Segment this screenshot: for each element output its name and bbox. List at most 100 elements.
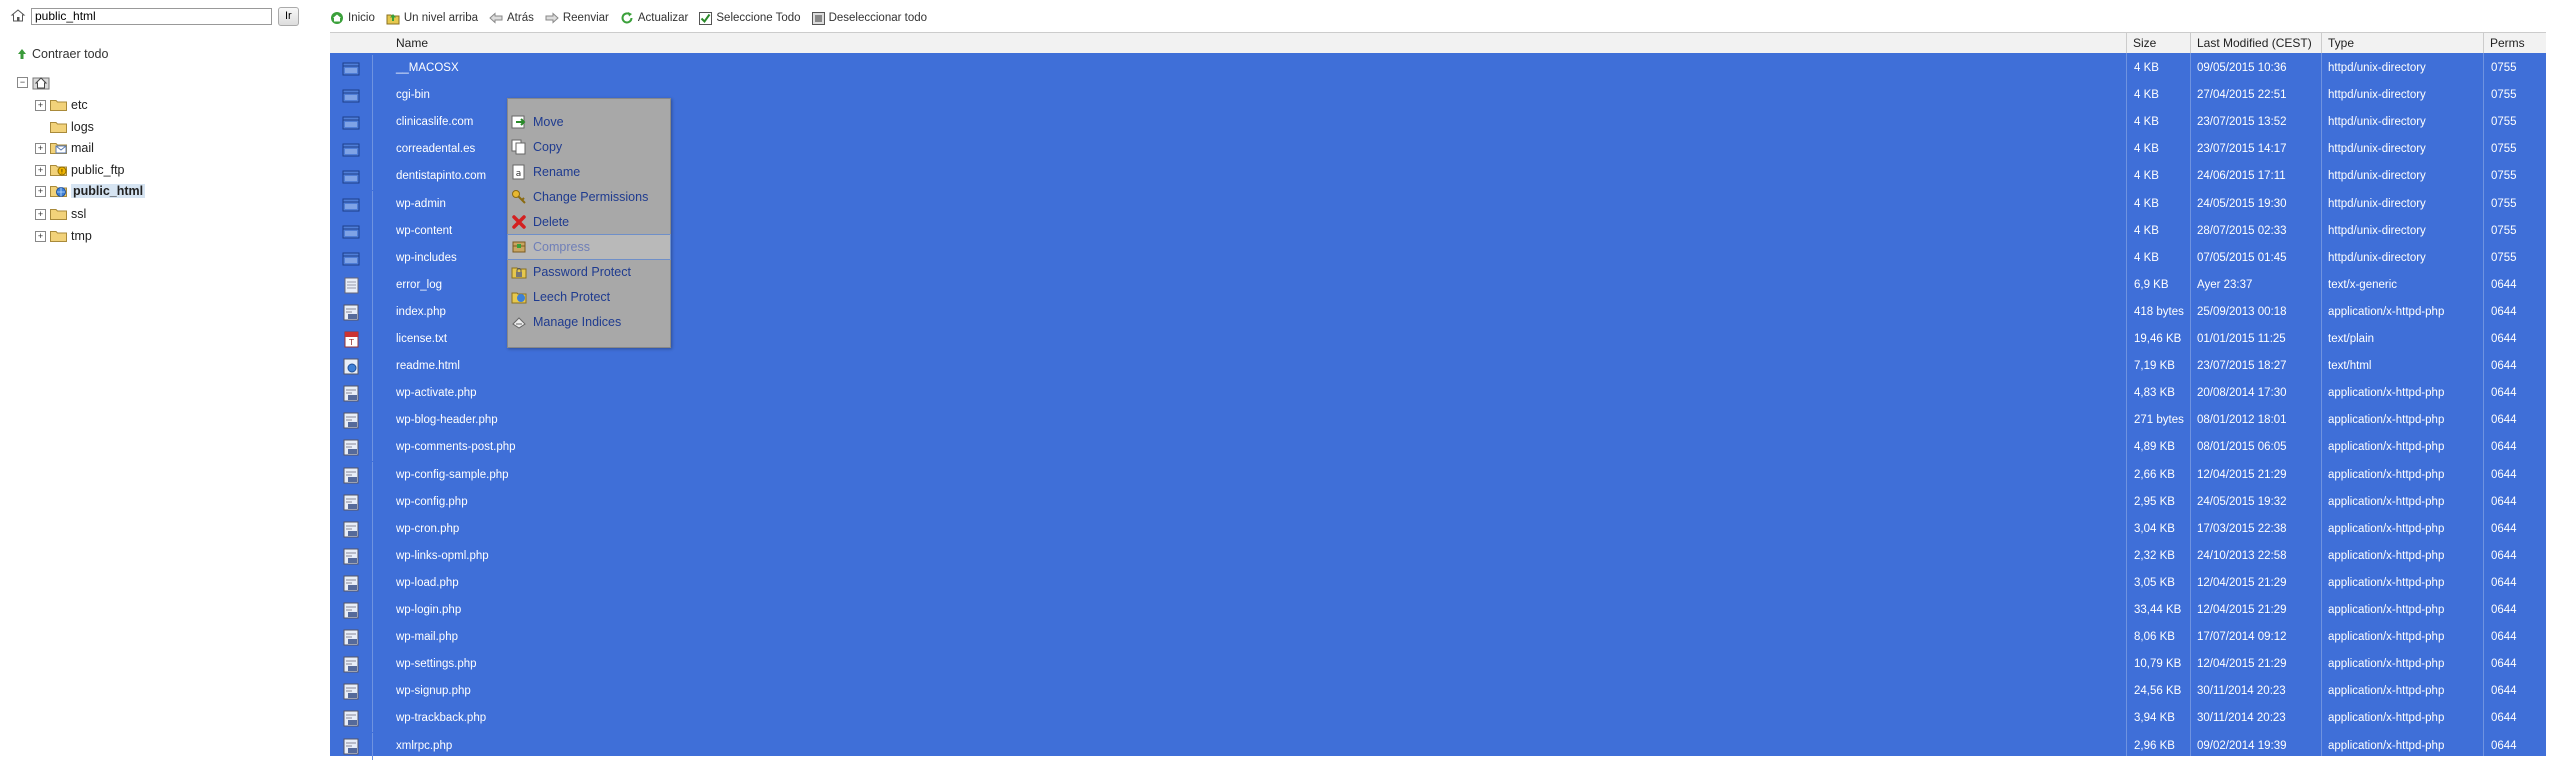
- key-icon: [512, 190, 526, 204]
- file-name[interactable]: wp-login.php: [396, 597, 461, 624]
- tree-item-ssl[interactable]: + ssl: [35, 204, 86, 224]
- file-name[interactable]: wp-settings.php: [396, 651, 477, 678]
- tree-item-public-ftp[interactable]: + ! public_ftp: [35, 160, 125, 180]
- file-row[interactable]: wp-links-opml.php 2,32 KB 24/10/2013 22:58…: [330, 542, 2546, 570]
- collapse-toggle-icon[interactable]: −: [17, 76, 28, 88]
- file-name[interactable]: correadental.es: [396, 136, 475, 163]
- up-one-level-button[interactable]: Un nivel arriba: [386, 11, 478, 25]
- file-name[interactable]: index.php: [396, 299, 446, 326]
- home-button[interactable]: Inicio: [330, 11, 375, 25]
- modified-column-header[interactable]: Last Modified (CEST): [2190, 33, 2320, 53]
- file-modified: Ayer 23:37: [2197, 278, 2253, 291]
- file-name[interactable]: cgi-bin: [396, 82, 430, 109]
- menu-item-rename[interactable]: a Rename: [508, 160, 670, 184]
- file-row[interactable]: wp-cron.php 3,04 KB 17/03/2015 22:38 applic…: [330, 515, 2546, 543]
- file-size: 2,66 KB: [2134, 468, 2175, 481]
- menu-item-password-protect[interactable]: Password Protect: [508, 260, 670, 284]
- expand-toggle-icon[interactable]: +: [35, 230, 46, 242]
- file-perms: 0644: [2491, 631, 2517, 644]
- menu-item-move[interactable]: Move: [508, 110, 670, 134]
- file-name[interactable]: wp-includes: [396, 245, 457, 272]
- collapse-all-link[interactable]: Contraer todo: [16, 47, 108, 61]
- file-name[interactable]: __MACOSX: [396, 55, 459, 82]
- menu-item-compress[interactable]: Compress: [507, 234, 671, 260]
- menu-item-leech-protect[interactable]: Leech Protect: [508, 285, 670, 309]
- expand-toggle-icon[interactable]: +: [35, 208, 46, 220]
- back-button[interactable]: Atrás: [489, 12, 534, 24]
- file-name[interactable]: wp-comments-post.php: [396, 434, 516, 461]
- file-perms: 0644: [2491, 604, 2517, 616]
- file-row[interactable]: wp-blog-header.php 271 bytes 08/01/2012 18…: [330, 407, 2546, 435]
- file-row[interactable]: wp-load.php 3,05 KB 12/04/2015 21:29 applic…: [330, 569, 2546, 597]
- file-row[interactable]: wp-signup.php 24,56 KB 30/11/2014 20:23 app…: [330, 678, 2546, 706]
- path-input[interactable]: [31, 7, 272, 25]
- type-column-header[interactable]: Type: [2321, 33, 2481, 53]
- expand-toggle-icon[interactable]: +: [35, 99, 46, 111]
- file-name[interactable]: error_log: [396, 272, 442, 299]
- file-row[interactable]: __MACOSX 4 KB 09/05/2015 10:36 httpd/unix-d…: [330, 55, 2546, 82]
- file-name[interactable]: wp-cron.php: [396, 516, 459, 543]
- tree-item-logs[interactable]: logs: [35, 117, 94, 137]
- forward-button[interactable]: Reenviar: [545, 12, 609, 24]
- file-name[interactable]: wp-content: [396, 218, 452, 245]
- home-directory-icon[interactable]: [10, 8, 28, 24]
- file-row[interactable]: wp-mail.php 8,06 KB 17/07/2014 09:12 applic…: [330, 624, 2546, 652]
- expand-toggle-icon[interactable]: +: [35, 142, 46, 154]
- menu-item-manage-indices[interactable]: Manage Indices: [508, 310, 670, 334]
- file-name[interactable]: wp-load.php: [396, 570, 459, 597]
- file-modified: 17/03/2015 22:38: [2197, 522, 2287, 535]
- file-row[interactable]: wp-activate.php 4,83 KB 20/08/2014 17:30 ap…: [330, 380, 2546, 408]
- file-size: 3,94 KB: [2134, 712, 2175, 725]
- file-name[interactable]: wp-trackback.php: [396, 705, 486, 732]
- file-name[interactable]: wp-config.php: [396, 489, 468, 516]
- file-name[interactable]: wp-activate.php: [396, 380, 477, 407]
- refresh-label: Actualizar: [637, 12, 689, 24]
- perms-column-header[interactable]: Perms: [2483, 33, 2546, 53]
- menu-item-copy[interactable]: Copy: [508, 135, 670, 159]
- checkbox-empty-icon: [811, 11, 825, 25]
- file-row[interactable]: wp-config.php 2,95 KB 24/05/2015 19:32 appl…: [330, 488, 2546, 516]
- name-column-header[interactable]: Name: [388, 33, 2188, 53]
- tree-item-mail[interactable]: + mail: [35, 138, 94, 158]
- tree-item-public-html[interactable]: + public_html: [35, 181, 146, 201]
- refresh-button[interactable]: Actualizar: [620, 11, 689, 25]
- tree-item-tmp[interactable]: + tmp: [35, 226, 92, 246]
- file-row[interactable]: wp-trackback.php 3,94 KB 30/11/2014 20:23 a…: [330, 705, 2546, 733]
- file-name[interactable]: wp-mail.php: [396, 624, 458, 651]
- php-file-icon: [330, 569, 373, 597]
- file-name[interactable]: clinicaslife.com: [396, 109, 473, 136]
- file-name[interactable]: wp-admin: [396, 191, 446, 218]
- file-row[interactable]: wp-config-sample.php 2,66 KB 12/04/2015 21…: [330, 461, 2546, 489]
- file-row[interactable]: wp-settings.php 10,79 KB 12/04/2015 21:29 a…: [330, 651, 2546, 679]
- select-all-button[interactable]: Seleccione Todo: [699, 11, 801, 25]
- file-row[interactable]: xmlrpc.php 2,96 KB 09/02/2014 19:39 applica…: [330, 732, 2546, 760]
- expand-toggle-icon[interactable]: +: [35, 164, 46, 176]
- php-file-icon: [330, 488, 373, 516]
- file-name[interactable]: wp-blog-header.php: [396, 407, 498, 434]
- deselect-all-button[interactable]: Deseleccionar todo: [811, 11, 927, 25]
- file-modified: 08/01/2012 18:01: [2197, 414, 2287, 427]
- file-row[interactable]: wp-login.php 33,44 KB 12/04/2015 21:29 appl…: [330, 597, 2546, 624]
- menu-item-delete[interactable]: Delete: [508, 210, 670, 234]
- file-name[interactable]: dentistapinto.com: [396, 163, 486, 190]
- file-name[interactable]: xmlrpc.php: [396, 733, 452, 760]
- php-file-icon: [330, 542, 373, 570]
- file-name[interactable]: wp-signup.php: [396, 678, 471, 705]
- tree-root[interactable]: −: [17, 72, 50, 92]
- file-row[interactable]: readme.html 7,19 KB 23/07/2015 18:27 text/h…: [330, 353, 2546, 381]
- file-modified: 17/07/2014 09:12: [2197, 631, 2287, 644]
- expand-toggle-icon[interactable]: +: [35, 185, 46, 197]
- file-row[interactable]: wp-comments-post.php 4,89 KB 08/01/2015 06…: [330, 434, 2546, 462]
- file-name[interactable]: license.txt: [396, 326, 447, 353]
- file-perms: 0644: [2491, 685, 2517, 698]
- file-name[interactable]: readme.html: [396, 353, 460, 380]
- file-perms: 0755: [2491, 62, 2517, 74]
- php-file-icon: [330, 380, 373, 408]
- file-name[interactable]: wp-config-sample.php: [396, 462, 509, 489]
- file-name[interactable]: wp-links-opml.php: [396, 543, 489, 570]
- size-column-header[interactable]: Size: [2126, 33, 2166, 53]
- tree-item-etc[interactable]: + etc: [35, 95, 88, 115]
- go-button[interactable]: Ir: [278, 6, 299, 26]
- file-size: 271 bytes: [2134, 414, 2184, 427]
- menu-item-change-permissions[interactable]: Change Permissions: [508, 185, 670, 209]
